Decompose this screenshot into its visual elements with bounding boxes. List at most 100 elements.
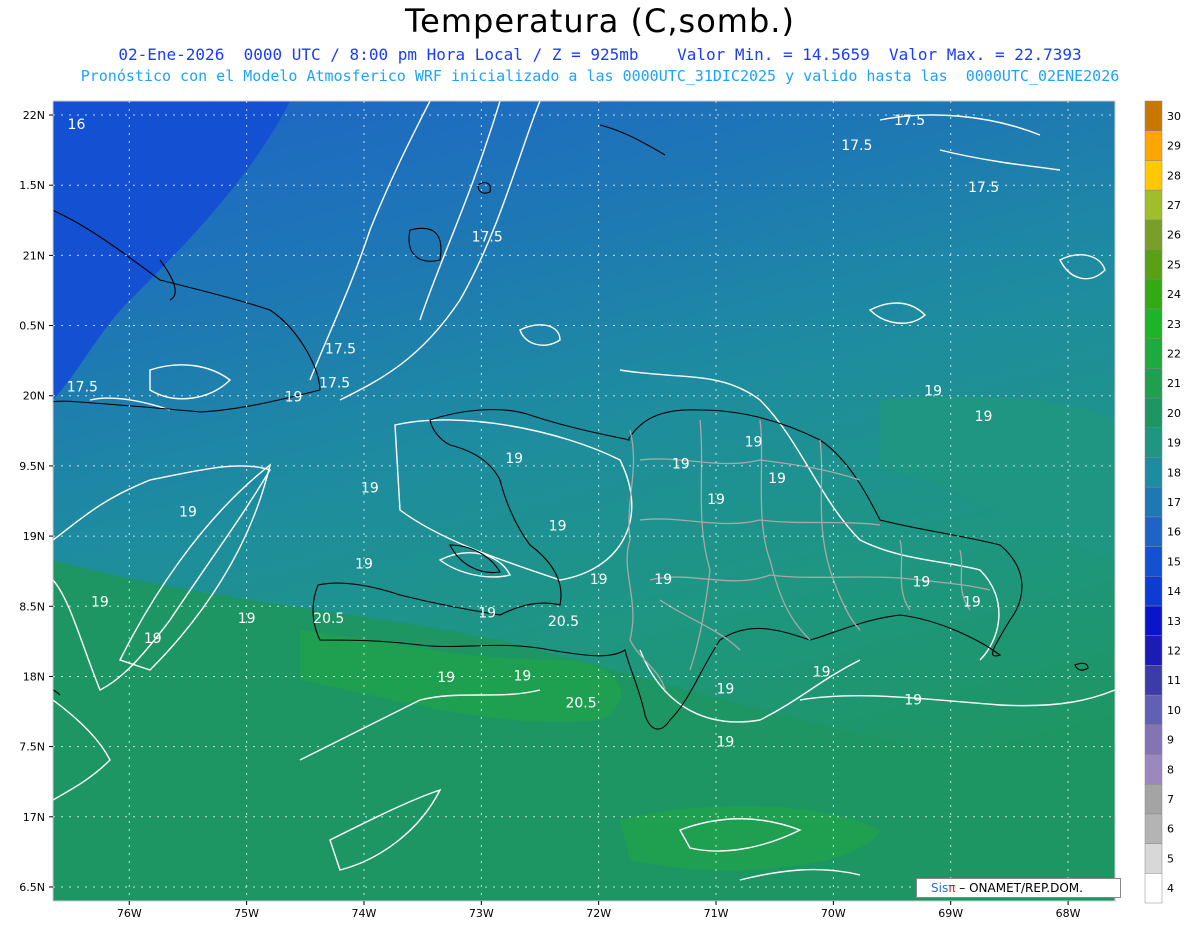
colorbar-label: 28 [1167, 169, 1181, 182]
colorbar-swatch [1144, 783, 1163, 815]
contour-label: 19 [513, 669, 531, 685]
colorbar-label: 21 [1167, 377, 1181, 390]
y-tick-label: 7.5N [19, 741, 45, 754]
contour-label: 19 [924, 384, 942, 400]
colorbar-swatch [1144, 665, 1163, 696]
contour-label: 17.5 [319, 375, 350, 391]
colorbar: 4 5 6 7 8 9 10 11 12 13 14 15 16 17 18 19 20 21 22 23 24 25 26… [1144, 100, 1181, 904]
colorbar-swatch [1144, 397, 1163, 428]
colorbar-swatch [1144, 338, 1163, 369]
colorbar-label: 19 [1167, 437, 1181, 450]
contour-label: 19 [768, 471, 786, 487]
colorbar-swatch [1144, 249, 1163, 280]
contour-label: 20.5 [565, 695, 596, 711]
colorbar-label: 14 [1167, 585, 1181, 598]
colorbar-swatch [1144, 486, 1163, 518]
colorbar-swatch [1144, 546, 1163, 577]
colorbar-label: 25 [1167, 258, 1181, 271]
contour-label: 17.5 [472, 229, 503, 245]
colorbar-swatch [1144, 843, 1163, 874]
y-tick-label: 18N [23, 670, 45, 683]
colorbar-label: 5 [1167, 852, 1174, 865]
contour-label: 19 [144, 631, 162, 647]
contour-label: 19 [745, 434, 763, 450]
x-tick-label: 72W [586, 907, 611, 920]
contour-label: 19 [975, 409, 993, 425]
contour-label: 16 [68, 117, 86, 133]
colorbar-label: 4 [1167, 882, 1174, 895]
colorbar-swatch [1144, 100, 1163, 131]
contour-label: 19 [505, 451, 523, 467]
colorbar-label: 6 [1167, 823, 1174, 836]
contour-label: 19 [549, 518, 567, 534]
plot-area: 16 17.5 17.5 17.5 17.5 17.5 17.5 17.5 19 19 19 19 19… [53, 101, 1115, 901]
colorbar-label: 12 [1167, 645, 1181, 658]
credit-pi-symbol: π [948, 881, 956, 895]
colorbar-label: 7 [1167, 793, 1174, 806]
colorbar-label: 10 [1167, 704, 1181, 717]
contour-label: 19 [238, 611, 256, 627]
colorbar-label: 20 [1167, 407, 1181, 420]
colorbar-label: 11 [1167, 674, 1181, 687]
y-tick-label: 9.5N [19, 460, 45, 473]
colorbar-swatch [1144, 635, 1163, 666]
contour-label: 20.5 [313, 611, 344, 627]
y-tick-label: 19N [23, 530, 45, 543]
contour-label: 19 [813, 664, 831, 680]
colorbar-swatch [1144, 516, 1163, 547]
colorbar-label: 26 [1167, 229, 1181, 242]
contour-label: 17.5 [968, 180, 999, 196]
x-tick-label: 75W [234, 907, 259, 920]
contour-label: 19 [355, 556, 373, 572]
y-tick-label: 22N [23, 109, 45, 122]
x-tick-label: 68W [1056, 907, 1081, 920]
contour-label: 19 [179, 504, 197, 520]
contour-label: 17.5 [67, 380, 98, 396]
colorbar-swatch [1144, 308, 1163, 339]
credit-brand: Sis [931, 881, 949, 895]
y-tick-label: 0.5N [19, 320, 45, 333]
contour-label: 19 [707, 492, 725, 508]
colorbar-label: 8 [1167, 763, 1174, 776]
colorbar-swatch [1144, 189, 1163, 221]
credit-text: – ONAMET/REP.DOM. [959, 881, 1083, 895]
x-tick-label: 74W [352, 907, 377, 920]
colorbar-label: 17 [1167, 496, 1181, 509]
colorbar-swatch [1144, 427, 1163, 458]
y-tick-label: 8.5N [19, 600, 45, 613]
contour-label: 19 [963, 594, 981, 610]
x-tick-label: 69W [938, 907, 963, 920]
credit-box: Sisπ – ONAMET/REP.DOM. [916, 878, 1121, 898]
colorbar-label: 18 [1167, 466, 1181, 479]
colorbar-label: 24 [1167, 288, 1181, 301]
colorbar-label: 23 [1167, 318, 1181, 331]
colorbar-label: 16 [1167, 526, 1181, 539]
colorbar-swatch [1144, 278, 1163, 310]
contour-label: 19 [91, 594, 109, 610]
y-tick-label: 1.5N [19, 179, 45, 192]
contour-label: 19 [478, 605, 496, 621]
colorbar-swatch [1144, 813, 1163, 844]
colorbar-label: 9 [1167, 734, 1174, 747]
colorbar-label: 27 [1167, 199, 1181, 212]
contour-label: 19 [654, 572, 672, 588]
colorbar-swatch [1144, 576, 1163, 607]
contour-label: 19 [361, 481, 379, 497]
contour-label: 19 [716, 681, 734, 697]
colorbar-label: 29 [1167, 140, 1181, 153]
colorbar-swatch [1144, 605, 1163, 636]
y-tick-label: 20N [23, 390, 45, 403]
colorbar-swatch [1144, 694, 1163, 726]
x-tick-label: 70W [821, 907, 846, 920]
colorbar-swatch [1144, 130, 1163, 161]
contour-label: 19 [285, 389, 303, 405]
colorbar-label: 15 [1167, 555, 1181, 568]
colorbar-swatch [1144, 724, 1163, 755]
colorbar-swatch [1144, 219, 1163, 250]
colorbar-swatch [1144, 754, 1163, 785]
y-tick-label: 17N [23, 811, 45, 824]
colorbar-swatch [1144, 160, 1163, 191]
contour-label: 20.5 [548, 614, 579, 630]
contour-label: 19 [672, 457, 690, 473]
contour-label: 17.5 [841, 138, 872, 154]
